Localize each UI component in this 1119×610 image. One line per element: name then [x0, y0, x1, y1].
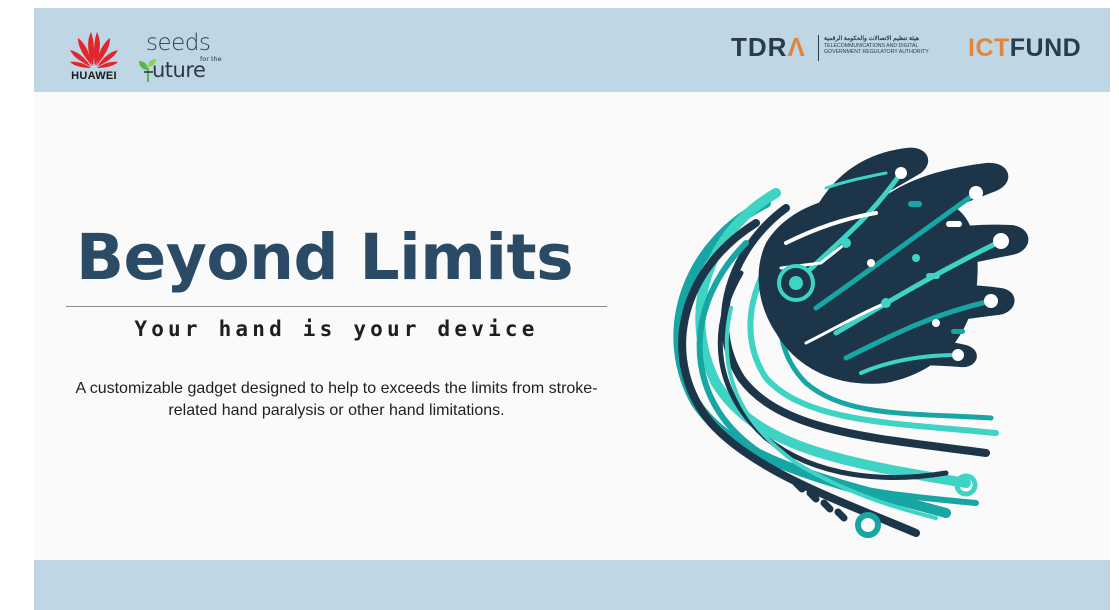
tdra-caret-icon: Λ [787, 32, 806, 62]
header-bar: HUAWEI seeds for the uture TDRΛ هيئة تنظ… [34, 8, 1110, 92]
huawei-petal-icon [70, 32, 118, 68]
subtitle: Your hand is your device [134, 317, 539, 341]
ictfund-logo: ICTFUND [968, 34, 1081, 63]
description: A customizable gadget designed to help t… [75, 380, 598, 419]
huawei-logo: HUAWEI [64, 26, 124, 82]
fund-word: FUND [1009, 34, 1082, 62]
tdra-authority-text: هيئة تنظيم الاتصالات والحكومة الرقمية TE… [824, 36, 960, 56]
seeds-for-the-future-logo: seeds for the uture [138, 30, 238, 86]
tdra-logo: TDRΛ هيئة تنظيم الاتصالات والحكومة الرقم… [731, 32, 959, 64]
tdra-english-line-2: GOVERNMENT REGULATORY AUTHORITY [824, 49, 929, 55]
page-title: Beyond Limits [76, 221, 574, 294]
tdra-divider [818, 35, 819, 61]
title-divider [66, 306, 607, 307]
footer-bar [34, 560, 1110, 610]
slide: HUAWEI seeds for the uture TDRΛ هيئة تنظ… [34, 8, 1110, 610]
tdra-wordmark: TDRΛ [731, 32, 806, 63]
ict-word: ICT [968, 34, 1010, 62]
circuit-hand-illustration [673, 147, 1029, 538]
seeds-word: seeds [146, 30, 211, 56]
seeds-future-word: uture [152, 58, 206, 82]
tdra-letters: TDR [731, 32, 788, 62]
huawei-label: HUAWEI [71, 70, 117, 82]
